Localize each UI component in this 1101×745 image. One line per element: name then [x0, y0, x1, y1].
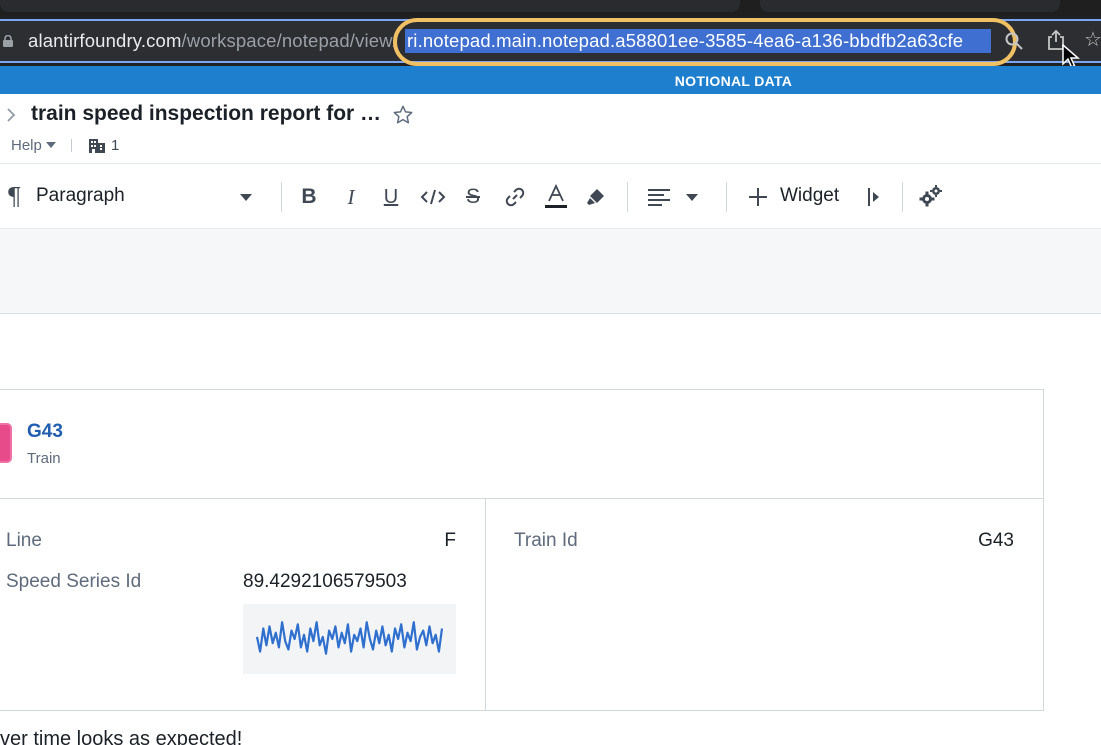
toolbar-divider: [726, 182, 727, 212]
lock-icon: [3, 35, 13, 47]
object-title-link[interactable]: G43: [27, 421, 63, 443]
bold-icon[interactable]: B: [298, 183, 320, 211]
building-count: 1: [111, 137, 120, 154]
link-icon[interactable]: [503, 183, 527, 211]
url-domain: alantirfoundry.com: [28, 30, 182, 51]
font-color-icon[interactable]: [544, 183, 568, 211]
toolbar-divider: [902, 182, 903, 212]
header-divider: [71, 139, 72, 152]
property-label: Speed Series Id: [6, 571, 142, 592]
sparkline-chart: [255, 621, 444, 655]
code-icon[interactable]: [420, 183, 446, 211]
page-title[interactable]: train speed inspection report for …: [31, 102, 381, 126]
property-label: Train Id: [514, 530, 578, 551]
cogs-icon[interactable]: [918, 183, 944, 211]
highlighter-icon[interactable]: [585, 183, 607, 211]
help-menu[interactable]: Help: [11, 137, 56, 154]
property-value: 89.4292106579503: [243, 571, 407, 592]
favorite-star-icon[interactable]: [392, 104, 414, 126]
property-value: G43: [978, 530, 1014, 551]
caret-right-icon[interactable]: [866, 183, 882, 211]
caret-down-icon[interactable]: [686, 194, 698, 201]
paragraph-style-select[interactable]: Paragraph: [36, 185, 125, 207]
page-header-area: [0, 229, 1101, 314]
property-value: F: [444, 530, 456, 551]
strikethrough-icon[interactable]: S: [462, 183, 484, 211]
underline-icon[interactable]: U: [380, 183, 402, 211]
classification-banner: NOTIONAL DATA: [0, 66, 1101, 94]
sparkline-series: [255, 621, 444, 655]
speed-sparkline[interactable]: [243, 604, 456, 674]
object-type-label: Train: [27, 450, 61, 467]
browser-tab-strip: [0, 0, 1101, 16]
align-left-icon[interactable]: [647, 183, 671, 211]
pilcrow-icon: ¶: [6, 183, 22, 211]
train-object-icon: [0, 423, 12, 463]
bookmark-star-icon[interactable]: ☆: [1084, 30, 1101, 50]
url-path: /workspace/notepad/view/: [181, 30, 398, 51]
url-selected-text[interactable]: ri.notepad.main.notepad.a58801ee-3585-4e…: [405, 29, 991, 53]
chevron-right-icon[interactable]: [5, 106, 17, 124]
body-text: ver time looks as expected!: [0, 728, 243, 745]
help-label: Help: [11, 137, 42, 154]
card-divider: [0, 498, 1044, 499]
building-icon[interactable]: [88, 137, 106, 154]
banner-text: NOTIONAL DATA: [674, 73, 793, 89]
italic-icon[interactable]: I: [340, 183, 362, 211]
caret-down-icon: [45, 142, 56, 148]
toolbar-divider: [281, 182, 282, 212]
url-text[interactable]: alantirfoundry.com/workspace/notepad/vie…: [28, 29, 398, 53]
property-label: Line: [6, 530, 42, 551]
plus-icon[interactable]: [748, 183, 768, 211]
caret-down-icon[interactable]: [240, 194, 252, 201]
card-column-divider: [485, 499, 486, 711]
search-icon[interactable]: [1004, 31, 1024, 51]
add-widget-button[interactable]: Widget: [780, 185, 839, 207]
toolbar-divider: [627, 182, 628, 212]
browser-tab[interactable]: [0, 0, 740, 12]
browser-tab[interactable]: [760, 0, 1060, 12]
